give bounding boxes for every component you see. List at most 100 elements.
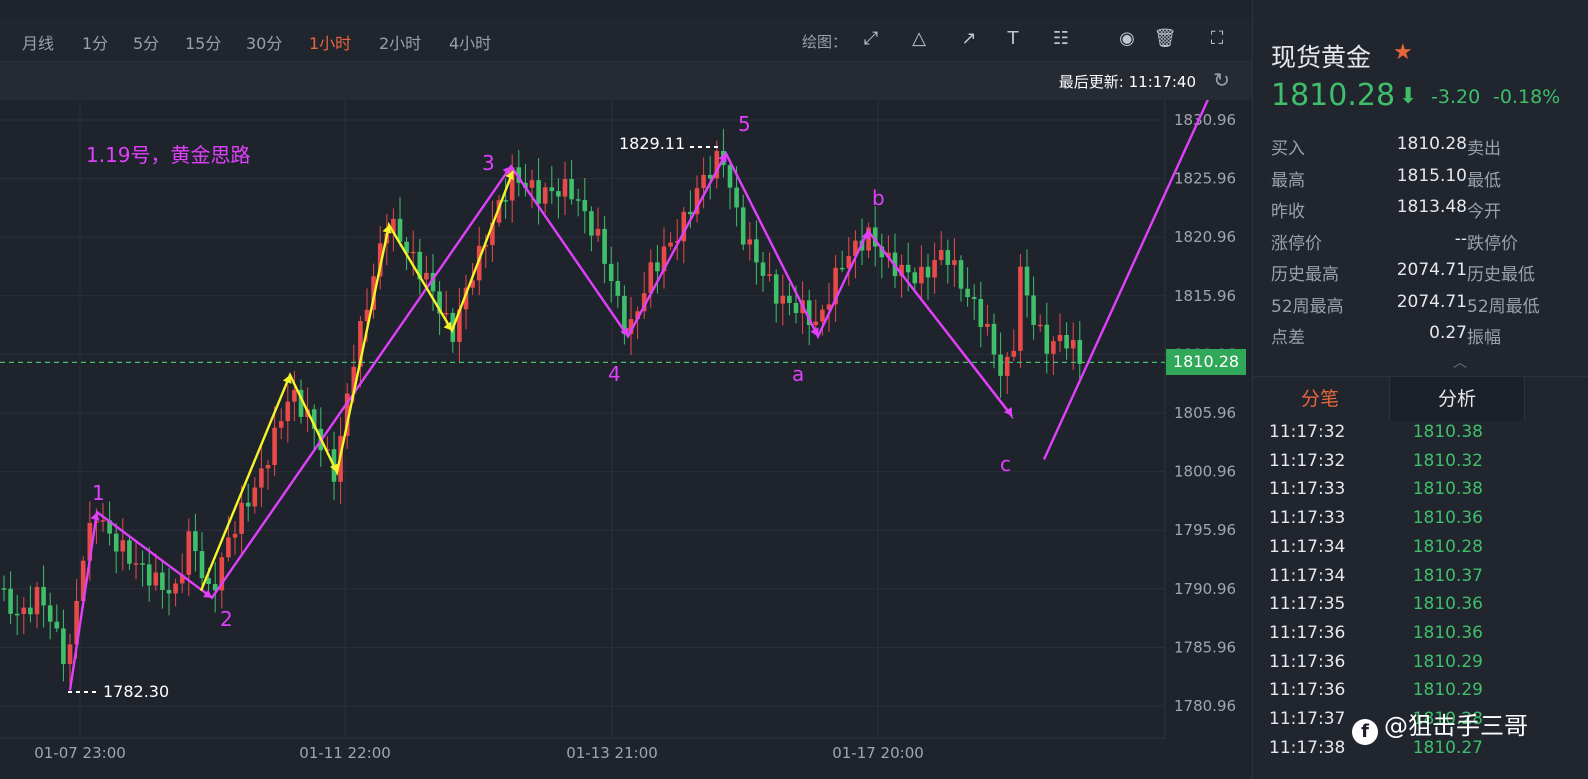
tick-price: 1810.38: [1412, 422, 1483, 442]
chart-title: 1.19号，黄金思路: [86, 143, 251, 167]
line-segment-icon[interactable]: ⤢: [858, 26, 884, 52]
tick-price: 1810.29: [1412, 651, 1483, 672]
arrow-down-icon: ⬇: [1399, 84, 1418, 109]
candle-body: [1004, 356, 1010, 376]
candle-body: [793, 302, 799, 314]
tick-price: 1810.37: [1412, 565, 1483, 586]
wave-label: 2: [220, 607, 233, 631]
candle-body: [193, 531, 198, 552]
candle-body: [140, 563, 145, 565]
candle-body: [839, 267, 845, 270]
candle-body: [1037, 324, 1043, 327]
candle-body: [780, 295, 786, 304]
quote-row: 历史最高 2074.71 历史最低: [1271, 260, 1581, 288]
candle-body: [589, 211, 594, 236]
candle-body: [199, 551, 205, 579]
candle-body: [1018, 266, 1023, 351]
tick-row: 11:17:34 1810.37: [1269, 566, 1569, 594]
candle-body: [529, 180, 535, 188]
candle-body: [991, 323, 997, 355]
watermark-text: @狙击手三哥: [1384, 712, 1528, 740]
period-month[interactable]: 月线: [22, 30, 54, 54]
trash-icon[interactable]: 🗑: [1152, 26, 1178, 52]
quote-label: 昨收: [1271, 202, 1305, 222]
quote-label-secondary: 振幅: [1467, 328, 1501, 348]
quote-label: 涨停价: [1271, 233, 1322, 254]
candle-body: [549, 187, 555, 192]
candle-body: [938, 250, 944, 260]
fullscreen-icon[interactable]: ⛶: [1204, 26, 1230, 52]
period-5m[interactable]: 5分: [133, 30, 159, 54]
candle-body: [754, 239, 759, 263]
y-tick-label: 1805.96: [1174, 404, 1236, 422]
quote-row: 买入 1810.28 卖出: [1271, 134, 1581, 162]
tick-time: 11:17:33: [1269, 479, 1346, 500]
candle-body: [787, 295, 792, 303]
candle-body: [232, 533, 238, 538]
tick-time: 11:17:33: [1269, 508, 1346, 529]
refresh-icon[interactable]: ↻: [1213, 68, 1230, 92]
price-chart[interactable]: 1830.961825.961820.961815.961810.961805.…: [0, 0, 1252, 779]
candle-body: [127, 540, 132, 564]
candle-body: [278, 421, 284, 428]
wave-label: a: [792, 362, 804, 386]
candle-body: [615, 281, 621, 296]
period-15m[interactable]: 15分: [185, 30, 221, 54]
candle-body: [668, 242, 673, 247]
candle-body: [410, 251, 416, 254]
candle-body: [740, 207, 746, 245]
wave-label: 3: [482, 151, 495, 175]
tab-analysis[interactable]: 分析: [1389, 377, 1525, 421]
chevron-up-icon[interactable]: ︿: [1453, 352, 1467, 372]
candle-body: [245, 502, 251, 507]
wave-label: 5: [738, 112, 751, 136]
tick-time: 11:17:36: [1269, 680, 1346, 701]
candle-body: [965, 288, 970, 298]
candle-body: [239, 502, 244, 534]
candle-body: [919, 266, 924, 284]
quote-value: 2074.71: [1396, 291, 1467, 312]
period-1m[interactable]: 1分: [82, 30, 108, 54]
current-price-tag: 1810.28: [1166, 349, 1246, 376]
quote-value: --: [1454, 228, 1467, 249]
quote-row: 点差 0.27 振幅: [1271, 323, 1581, 351]
quote-label-secondary: 卖出: [1467, 139, 1501, 159]
quote-value: 1810.28: [1396, 134, 1467, 154]
period-2h[interactable]: 2小时: [379, 30, 421, 54]
candle-body: [226, 537, 231, 558]
star-icon[interactable]: ★: [1393, 40, 1413, 65]
wave-line: [903, 277, 1014, 419]
candle-body: [186, 531, 192, 575]
tab-ticks[interactable]: 分笔: [1253, 377, 1387, 421]
wave-label: c: [1000, 452, 1011, 476]
arrow-line-icon[interactable]: ↗: [956, 26, 982, 52]
candle-body: [727, 165, 733, 188]
candle-body: [575, 199, 581, 201]
y-tick-label: 1790.96: [1174, 580, 1236, 598]
indicator-icon[interactable]: ☷: [1048, 26, 1074, 52]
candle-body: [100, 520, 106, 522]
period-4h[interactable]: 4小时: [449, 30, 491, 54]
low-label: 1782.30: [103, 682, 169, 701]
social-logo-icon: f: [1352, 719, 1378, 745]
tick-price: 1810.36: [1412, 622, 1483, 643]
x-tick-label: 01-13 21:00: [566, 744, 658, 762]
candle-body: [259, 468, 264, 488]
period-30m[interactable]: 30分: [246, 30, 282, 54]
quote-row: 52周最高 2074.71 52周最低: [1271, 292, 1581, 320]
wave-line: [199, 170, 515, 592]
x-tick-label: 01-17 20:00: [832, 744, 924, 762]
candle-body: [166, 589, 172, 594]
candle-body: [1051, 341, 1056, 354]
wave-label: 4: [608, 362, 621, 386]
period-1h[interactable]: 1小时: [309, 30, 351, 54]
eye-icon[interactable]: ◉: [1114, 26, 1140, 52]
candle-body: [773, 274, 779, 304]
text-tool-icon[interactable]: T: [1000, 26, 1026, 52]
candle-body: [21, 607, 27, 615]
triangle-icon[interactable]: △: [906, 26, 932, 52]
tick-price: 1810.28: [1412, 536, 1483, 557]
y-tick-label: 1820.96: [1174, 228, 1236, 246]
candle-body: [701, 174, 706, 189]
candle-body: [556, 191, 561, 197]
